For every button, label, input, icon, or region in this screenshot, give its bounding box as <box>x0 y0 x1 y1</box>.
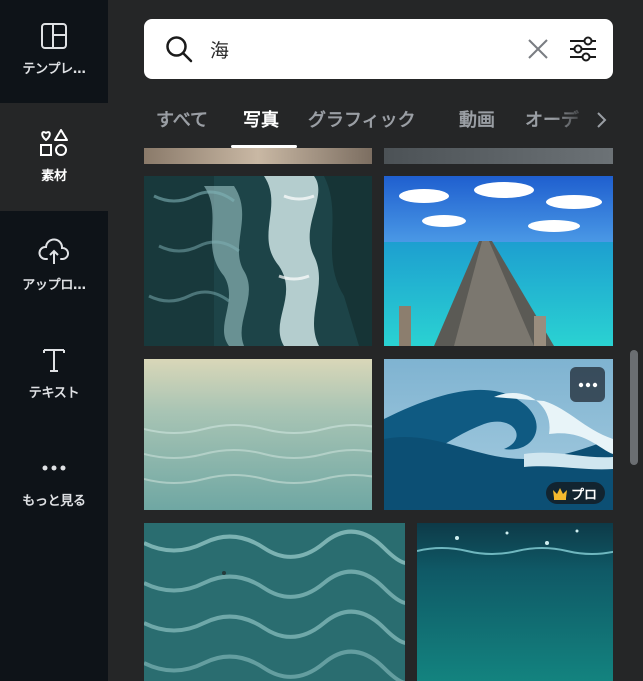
search-input[interactable]: 海 <box>210 36 523 63</box>
pro-badge-label: プロ <box>570 487 597 503</box>
sidebar-item-label: テキスト <box>28 386 80 401</box>
sidebar-item-text[interactable]: テキスト <box>0 344 108 401</box>
tab-all[interactable]: すべて <box>156 106 208 132</box>
more-horizontal-icon[interactable] <box>570 367 605 402</box>
tab-graphics[interactable]: グラフィック <box>308 106 416 132</box>
photo-tile[interactable] <box>144 148 372 164</box>
sidebar-item-more[interactable]: もっと見る <box>0 452 108 509</box>
cloud-upload-icon <box>38 236 70 268</box>
tab-videos[interactable]: 動画 <box>459 106 495 132</box>
sidebar: テンプレ… 素材 アップロ… テキスト もっと見る <box>0 0 108 681</box>
sidebar-item-label: テンプレ… <box>22 62 86 77</box>
sidebar-item-label: 素材 <box>41 169 67 184</box>
category-tabs: すべて 写真 グラフィック 動画 オーデ <box>144 100 613 148</box>
sidebar-item-elements[interactable]: 素材 <box>0 127 108 184</box>
photo-tile[interactable]: プロ <box>384 359 613 510</box>
sidebar-item-uploads[interactable]: アップロ… <box>0 236 108 293</box>
pro-badge: プロ <box>545 482 605 504</box>
photo-tile[interactable] <box>144 523 405 681</box>
text-T-icon <box>38 344 70 376</box>
search-icon <box>164 34 194 64</box>
crown-icon <box>552 487 567 500</box>
photo-grid: プロ <box>144 148 613 681</box>
photo-tile[interactable] <box>417 523 613 681</box>
close-icon[interactable] <box>523 34 553 64</box>
photo-tile[interactable] <box>144 359 372 510</box>
chevron-right-icon[interactable] <box>589 108 613 132</box>
sidebar-item-templates[interactable]: テンプレ… <box>0 20 108 77</box>
template-layout-icon <box>38 20 70 52</box>
search-bar[interactable]: 海 <box>144 19 613 79</box>
sidebar-item-label: もっと見る <box>22 494 86 509</box>
more-dots-icon <box>38 452 70 484</box>
photo-tile[interactable] <box>144 176 372 346</box>
photo-tile[interactable] <box>384 176 613 346</box>
sliders-filter-icon[interactable] <box>567 33 599 65</box>
scrollbar-thumb[interactable] <box>630 350 638 465</box>
sidebar-item-label: アップロ… <box>22 278 86 293</box>
elements-shapes-icon <box>38 127 70 159</box>
tab-photos[interactable]: 写真 <box>243 106 279 132</box>
photo-tile[interactable] <box>384 148 613 164</box>
